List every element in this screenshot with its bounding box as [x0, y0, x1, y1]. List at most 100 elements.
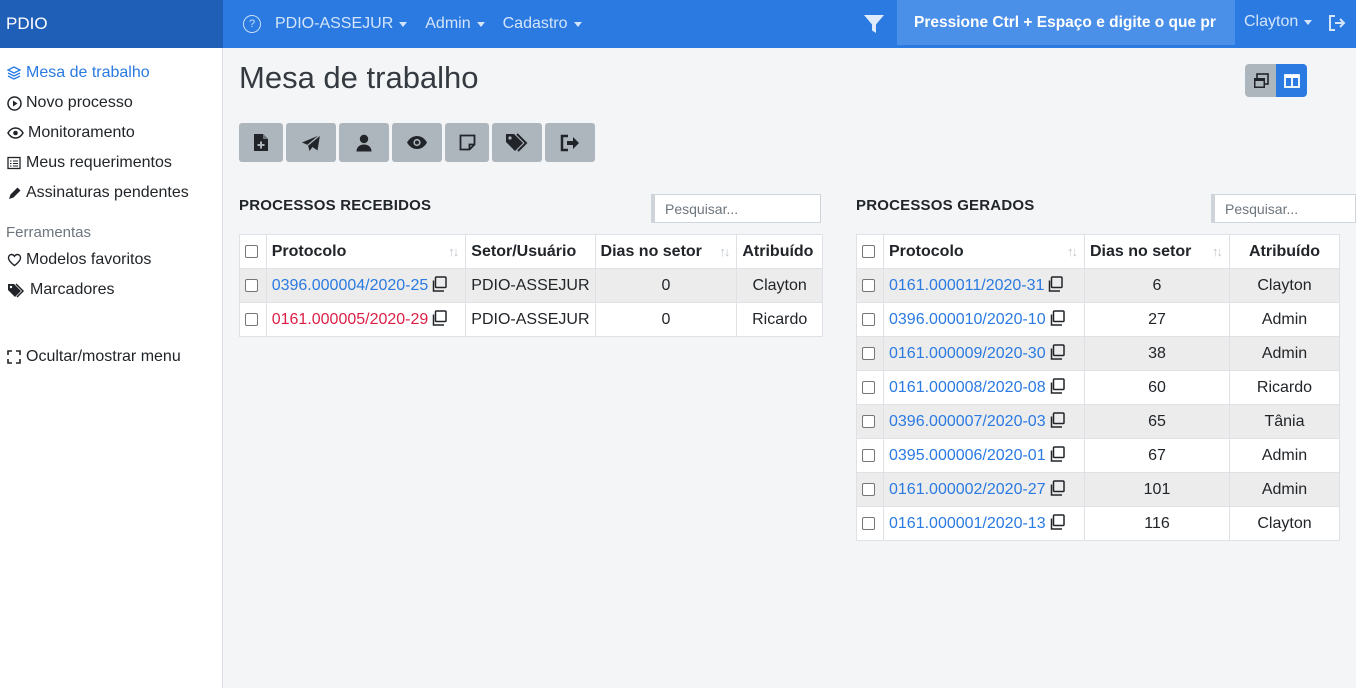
page-title: Mesa de trabalho: [239, 60, 479, 95]
days-cell: 60: [1084, 370, 1230, 405]
sidebar-item-monitoramento[interactable]: Monitoramento: [6, 124, 135, 142]
received-search-input[interactable]: Pesquisar...: [651, 194, 821, 223]
generated-search-input[interactable]: Pesquisar...: [1211, 194, 1356, 223]
sidebar-toggle-menu[interactable]: Ocultar/mostrar menu: [6, 348, 181, 366]
sidebar-item-meus-requerimentos[interactable]: Meus requerimentos: [6, 154, 172, 172]
chevron-down-icon: [399, 21, 408, 27]
select-all-cell: [239, 234, 267, 269]
filter-icon[interactable]: [862, 12, 886, 36]
layers-icon: [6, 65, 22, 81]
user-menu[interactable]: Clayton: [1244, 13, 1313, 31]
select-all-checkbox[interactable]: [245, 244, 258, 258]
row-checkbox[interactable]: [862, 414, 875, 428]
copy-icon[interactable]: [1049, 310, 1065, 326]
column-header-protocolo[interactable]: Protocolo ↑↓: [265, 234, 467, 269]
protocol-link[interactable]: 0396.000010/2020-10: [889, 311, 1046, 328]
send-button[interactable]: [286, 123, 336, 162]
protocol-cell: 0161.000005/2020-29: [265, 302, 467, 337]
chevron-down-icon: [476, 21, 485, 27]
days-cell: 101: [1084, 472, 1230, 507]
row-checkbox[interactable]: [862, 312, 875, 326]
protocol-link[interactable]: 0161.000002/2020-27: [889, 481, 1046, 498]
column-header-dias[interactable]: Dias no setor ↑↓: [594, 234, 738, 269]
row-select-cell: [856, 268, 884, 303]
copy-icon[interactable]: [1049, 344, 1065, 360]
row-checkbox[interactable]: [862, 482, 875, 496]
copy-icon[interactable]: [1047, 276, 1064, 292]
table-header-row: Protocolo ↑↓ Dias no setor ↑↓ Atribuído: [856, 234, 1340, 269]
global-search-input[interactable]: Pressione Ctrl + Espaço e digite o que p…: [897, 0, 1235, 45]
protocol-link[interactable]: 0161.000005/2020-29: [272, 311, 429, 328]
row-checkbox[interactable]: [245, 278, 258, 292]
columns-view-button[interactable]: [1276, 64, 1307, 97]
tags-button[interactable]: [492, 123, 542, 162]
column-header-dias[interactable]: Dias no setor ↑↓: [1084, 234, 1230, 269]
nav-sector-menu[interactable]: PDIO-ASSEJUR: [275, 15, 408, 33]
sidebar-item-label: Meus requerimentos: [26, 154, 172, 171]
sort-icon: ↑↓: [448, 244, 459, 259]
main-nav: ? PDIO-ASSEJUR Admin Cadastro: [223, 0, 600, 48]
table-row: 0161.000005/2020-29 PDIO-ASSEJUR 0 Ricar…: [239, 302, 823, 337]
assign-user-button[interactable]: [339, 123, 389, 162]
new-document-button[interactable]: [239, 123, 283, 162]
sidebar-item-modelos-favoritos[interactable]: Modelos favoritos: [6, 251, 151, 269]
column-header-label: Protocolo: [271, 242, 347, 260]
row-checkbox[interactable]: [862, 380, 875, 394]
column-header-setor[interactable]: Setor/Usuário: [465, 234, 596, 269]
sidebar-item-assinaturas-pendentes[interactable]: Assinaturas pendentes: [6, 184, 189, 202]
copy-icon[interactable]: [1049, 480, 1065, 496]
help-icon[interactable]: ?: [243, 15, 261, 33]
sidebar-heading-ferramentas: Ferramentas: [6, 224, 92, 241]
copy-icon[interactable]: [431, 276, 448, 292]
row-checkbox[interactable]: [245, 312, 258, 326]
copy-icon[interactable]: [1049, 446, 1065, 462]
protocol-cell: 0161.000002/2020-27: [883, 472, 1085, 507]
sidebar-item-novo-processo[interactable]: Novo processo: [6, 94, 133, 112]
sidebar-item-label: Assinaturas pendentes: [26, 184, 189, 201]
table-row: 0161.000009/2020-30 38 Admin: [856, 336, 1340, 371]
select-all-checkbox[interactable]: [862, 244, 875, 258]
protocol-link[interactable]: 0161.000008/2020-08: [889, 379, 1046, 396]
assignee-cell: Ricardo: [736, 302, 823, 337]
protocol-cell: 0396.000004/2020-25: [265, 268, 467, 303]
sidebar-item-marcadores[interactable]: Marcadores: [6, 281, 114, 299]
protocol-link[interactable]: 0161.000001/2020-13: [889, 515, 1046, 532]
columns-icon: [1283, 73, 1300, 88]
brand-logo[interactable]: PDIO: [0, 0, 223, 48]
sort-icon: ↑↓: [1067, 244, 1078, 259]
row-checkbox[interactable]: [862, 516, 875, 530]
copy-icon[interactable]: [1049, 514, 1065, 530]
column-header-label: Setor/Usuário: [471, 242, 577, 260]
copy-icon[interactable]: [1049, 378, 1065, 394]
column-header-protocolo[interactable]: Protocolo ↑↓: [883, 234, 1085, 269]
table-row: 0396.000004/2020-25 PDIO-ASSEJUR 0 Clayt…: [239, 268, 823, 303]
view-button[interactable]: [392, 123, 442, 162]
protocol-link[interactable]: 0161.000011/2020-31: [889, 277, 1044, 294]
note-button[interactable]: [445, 123, 489, 162]
exit-button[interactable]: [545, 123, 595, 162]
expand-icon: [6, 349, 22, 365]
protocol-link[interactable]: 0396.000004/2020-25: [272, 277, 429, 294]
days-cell: 27: [1084, 302, 1230, 337]
select-all-cell: [856, 234, 884, 269]
protocol-link[interactable]: 0395.000006/2020-01: [889, 447, 1046, 464]
protocol-cell: 0395.000006/2020-01: [883, 438, 1085, 473]
protocol-link[interactable]: 0396.000007/2020-03: [889, 413, 1046, 430]
sidebar: Mesa de trabalho Novo processo Monitoram…: [0, 48, 223, 688]
row-select-cell: [856, 370, 884, 405]
column-header-atribuido[interactable]: Atribuído: [1229, 234, 1340, 269]
paper-plane-icon: [302, 134, 321, 151]
nav-cadastro-menu[interactable]: Cadastro: [503, 15, 582, 33]
column-header-atribuido[interactable]: Atribuído: [736, 234, 823, 269]
copy-icon[interactable]: [431, 310, 448, 326]
row-checkbox[interactable]: [862, 278, 875, 292]
protocol-link[interactable]: 0161.000009/2020-30: [889, 345, 1046, 362]
sidebar-item-mesa-de-trabalho[interactable]: Mesa de trabalho: [6, 64, 150, 82]
copy-icon[interactable]: [1049, 412, 1065, 428]
days-cell: 65: [1084, 404, 1230, 439]
logout-icon[interactable]: [1327, 13, 1347, 33]
row-checkbox[interactable]: [862, 448, 875, 462]
row-checkbox[interactable]: [862, 346, 875, 360]
window-view-button[interactable]: [1245, 64, 1276, 97]
nav-admin-menu[interactable]: Admin: [425, 15, 485, 33]
